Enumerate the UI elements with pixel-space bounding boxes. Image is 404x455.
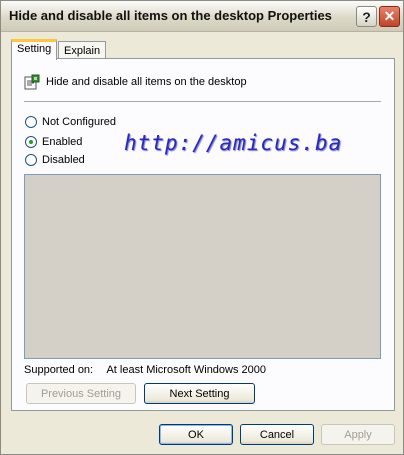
- tab-explain-label: Explain: [64, 45, 101, 57]
- previous-setting-button[interactable]: Previous Setting: [26, 383, 136, 404]
- supported-on-value: At least Microsoft Windows 2000: [106, 364, 267, 376]
- close-icon: ✕: [383, 8, 396, 24]
- radio-label: Disabled: [42, 154, 85, 166]
- radio-disabled[interactable]: Disabled: [25, 154, 85, 166]
- radio-label: Not Configured: [42, 116, 116, 128]
- policy-header: Hide and disable all items on the deskto…: [24, 74, 247, 90]
- cancel-label: Cancel: [259, 428, 295, 441]
- title-bar[interactable]: Hide and disable all items on the deskto…: [1, 1, 403, 32]
- help-button[interactable]: ?: [356, 6, 377, 27]
- policy-name: Hide and disable all items on the deskto…: [46, 76, 247, 88]
- supported-on: Supported on: At least Microsoft Windows…: [24, 364, 266, 376]
- separator: [24, 101, 381, 102]
- properties-dialog: Hide and disable all items on the deskto…: [0, 0, 404, 455]
- tab-setting-label: Setting: [17, 43, 52, 55]
- apply-label: Apply: [344, 428, 372, 441]
- radio-label: Enabled: [42, 136, 83, 148]
- radio-enabled[interactable]: Enabled: [25, 136, 82, 148]
- help-icon: ?: [362, 8, 371, 25]
- supported-on-label: Supported on:: [24, 364, 94, 376]
- ok-button[interactable]: OK: [159, 424, 233, 445]
- next-setting-label: Next Setting: [169, 387, 230, 400]
- policy-setting-icon: [24, 74, 40, 90]
- window-title: Hide and disable all items on the deskto…: [9, 8, 332, 23]
- next-setting-button[interactable]: Next Setting: [144, 383, 255, 404]
- previous-setting-label: Previous Setting: [40, 387, 122, 400]
- radio-button[interactable]: [25, 116, 37, 128]
- tab-setting[interactable]: Setting: [11, 39, 58, 60]
- radio-not-configured[interactable]: Not Configured: [25, 116, 116, 128]
- radio-button[interactable]: [25, 136, 37, 148]
- apply-button[interactable]: Apply: [321, 424, 395, 445]
- radio-button[interactable]: [25, 154, 37, 166]
- setting-details-area: [24, 174, 381, 359]
- ok-label: OK: [188, 428, 204, 441]
- cancel-button[interactable]: Cancel: [240, 424, 314, 445]
- setting-panel: Hide and disable all items on the deskto…: [11, 58, 395, 411]
- watermark-text: http://amicus.ba: [124, 131, 343, 155]
- close-button[interactable]: ✕: [379, 6, 400, 27]
